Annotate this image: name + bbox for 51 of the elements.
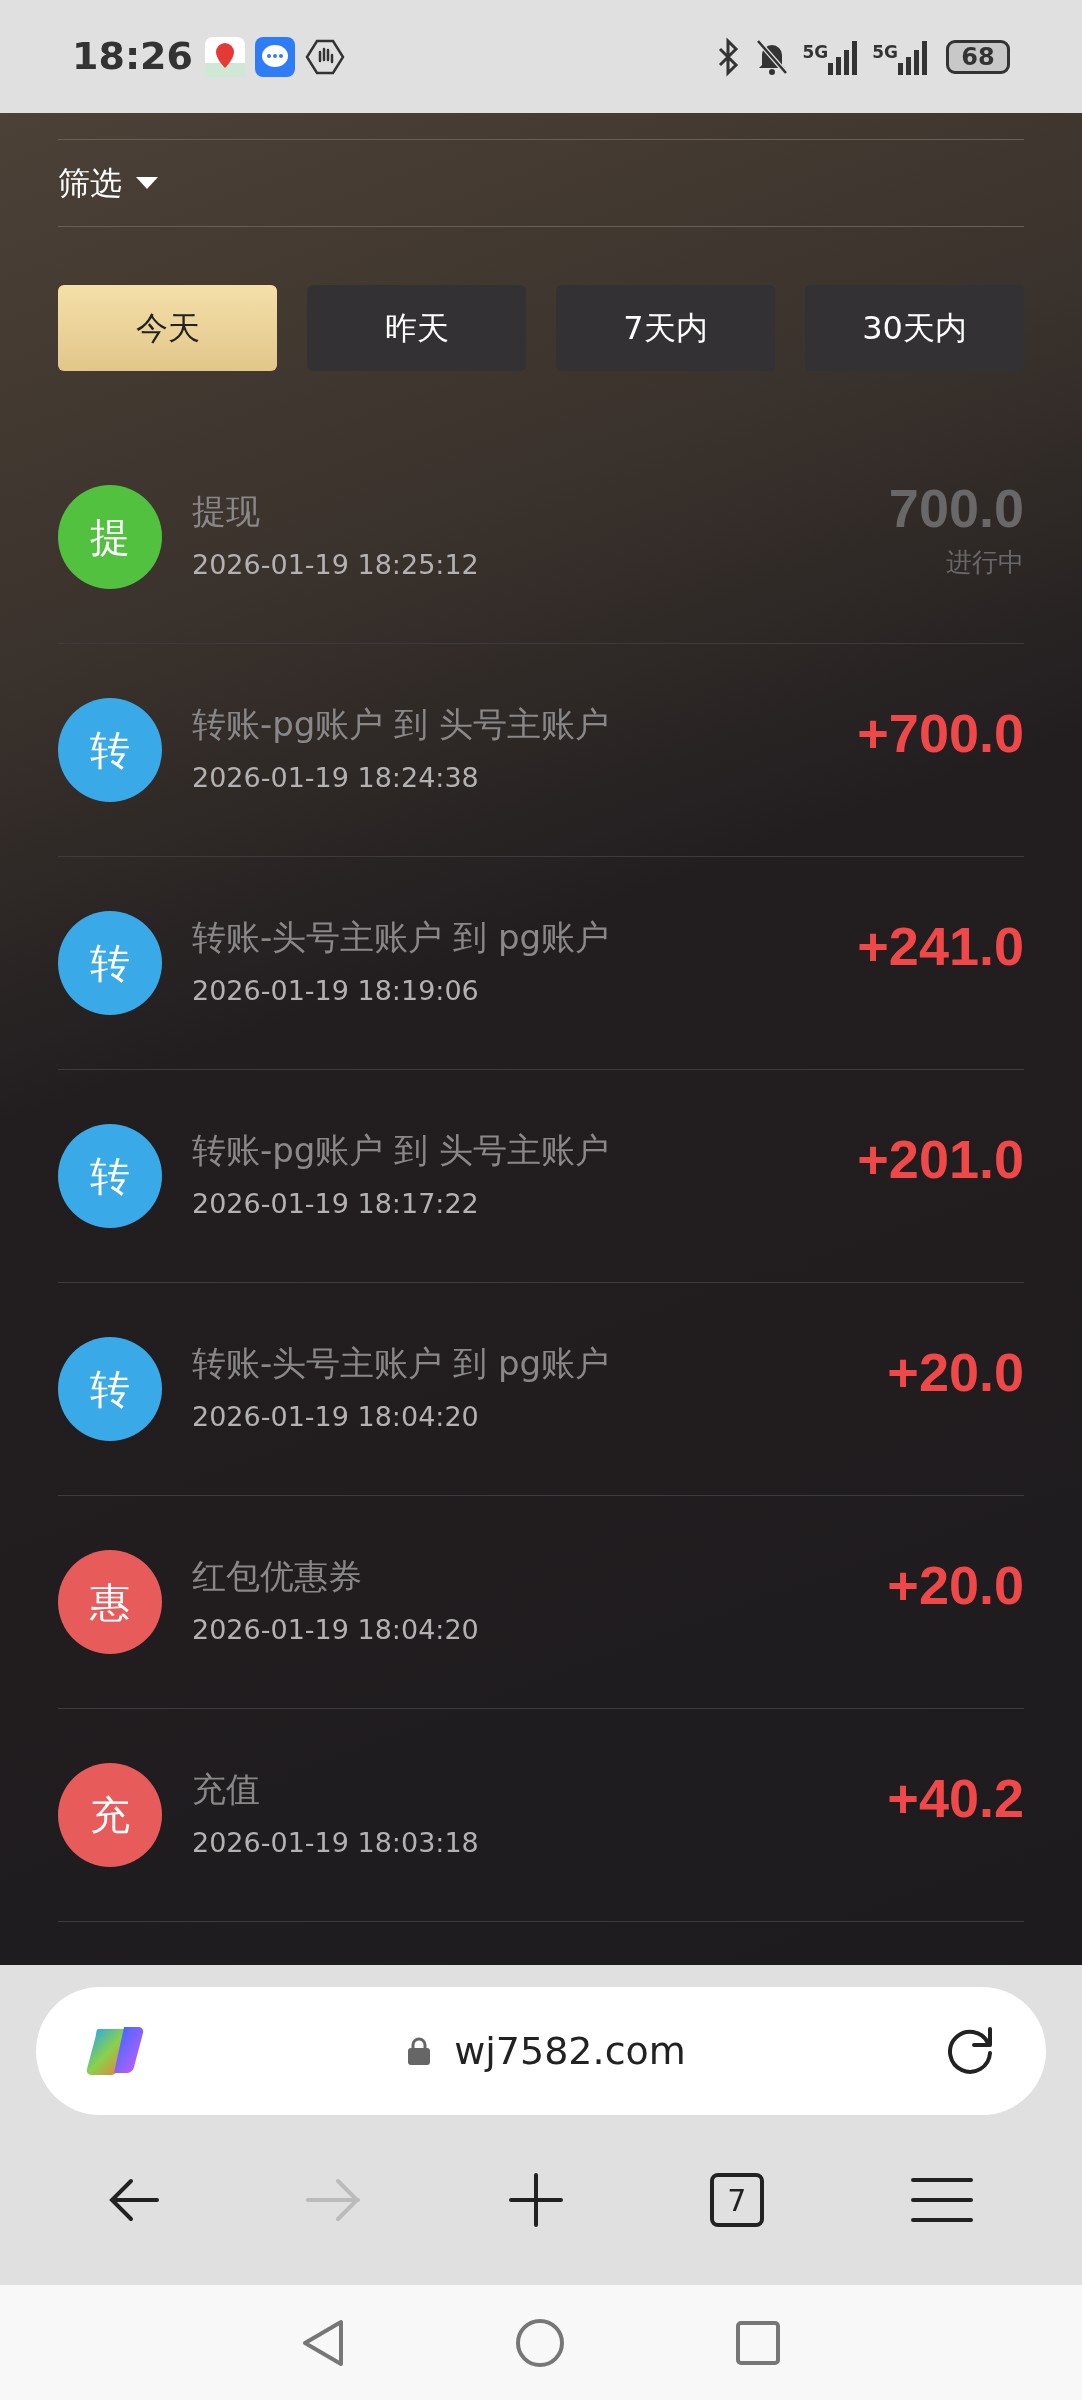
message-app-icon (254, 36, 295, 77)
transaction-amount: +241.0 (857, 919, 1024, 973)
tab-count-button[interactable]: 7 (709, 2173, 764, 2227)
transaction-amount: +40.2 (887, 1771, 1024, 1825)
transaction-title: 提现 (192, 489, 261, 533)
menu-icon[interactable] (910, 2176, 973, 2224)
date-tab[interactable]: 昨天 (307, 285, 526, 371)
transaction-time: 2026-01-19 18:19:06 (192, 973, 480, 1008)
transaction-title: 转账-头号主账户 到 pg账户 (192, 915, 611, 959)
transaction-time: 2026-01-19 18:24:38 (192, 760, 480, 795)
transaction-title: 转账-pg账户 到 头号主账户 (192, 702, 611, 746)
dropdown-caret-icon (136, 177, 158, 189)
date-tab[interactable]: 7天内 (556, 285, 775, 371)
system-home-icon[interactable] (515, 2317, 565, 2368)
transaction-type-badge: 转 (58, 1337, 162, 1441)
filter-label[interactable]: 筛选 (58, 159, 122, 207)
transaction-type-badge: 转 (58, 698, 162, 802)
transaction-amount: +201.0 (857, 1132, 1024, 1186)
address-bar[interactable]: wj7582.com (36, 1987, 1046, 2115)
transaction-amount: +20.0 (887, 1558, 1024, 1612)
map-app-icon (204, 36, 245, 77)
transaction-amount: +700.0 (857, 706, 1024, 760)
system-back-icon[interactable] (301, 2317, 345, 2368)
transaction-type-badge: 提 (58, 485, 162, 589)
transaction-title: 充值 (192, 1767, 261, 1811)
transaction-title: 转账-头号主账户 到 pg账户 (192, 1341, 611, 1385)
url-text: wj7582.com (454, 2027, 686, 2075)
network-label: 5G (872, 43, 898, 61)
transaction-status: 进行中 (946, 546, 1024, 579)
network-label: 5G (802, 43, 829, 61)
transaction-type-badge: 转 (58, 911, 162, 1015)
date-tab[interactable]: 30天内 (805, 285, 1024, 371)
transaction-time: 2026-01-19 18:04:20 (192, 1612, 480, 1647)
transaction-time: 2026-01-19 18:04:20 (192, 1399, 480, 1434)
status-time: 18:26 (72, 33, 193, 80)
transaction-type-badge: 惠 (58, 1550, 162, 1654)
transaction-title: 转账-pg账户 到 头号主账户 (192, 1128, 611, 1172)
date-tab[interactable]: 今天 (58, 285, 277, 371)
lock-icon (408, 2037, 431, 2065)
battery-indicator: 68 (946, 39, 1010, 74)
transaction-time: 2026-01-19 18:25:12 (192, 547, 480, 582)
transaction-time: 2026-01-19 18:03:18 (192, 1825, 480, 1860)
transaction-type-badge: 充 (58, 1763, 162, 1867)
transaction-title: 红包优惠券 (192, 1554, 363, 1598)
transaction-time: 2026-01-19 18:17:22 (192, 1186, 480, 1221)
new-tab-icon[interactable] (509, 2173, 563, 2227)
transaction-amount: 700.0 (888, 481, 1024, 535)
transaction-type-badge: 转 (58, 1124, 162, 1228)
back-icon[interactable] (109, 2177, 160, 2223)
transaction-amount: +20.0 (887, 1345, 1024, 1399)
system-recents-icon[interactable] (735, 2319, 781, 2366)
